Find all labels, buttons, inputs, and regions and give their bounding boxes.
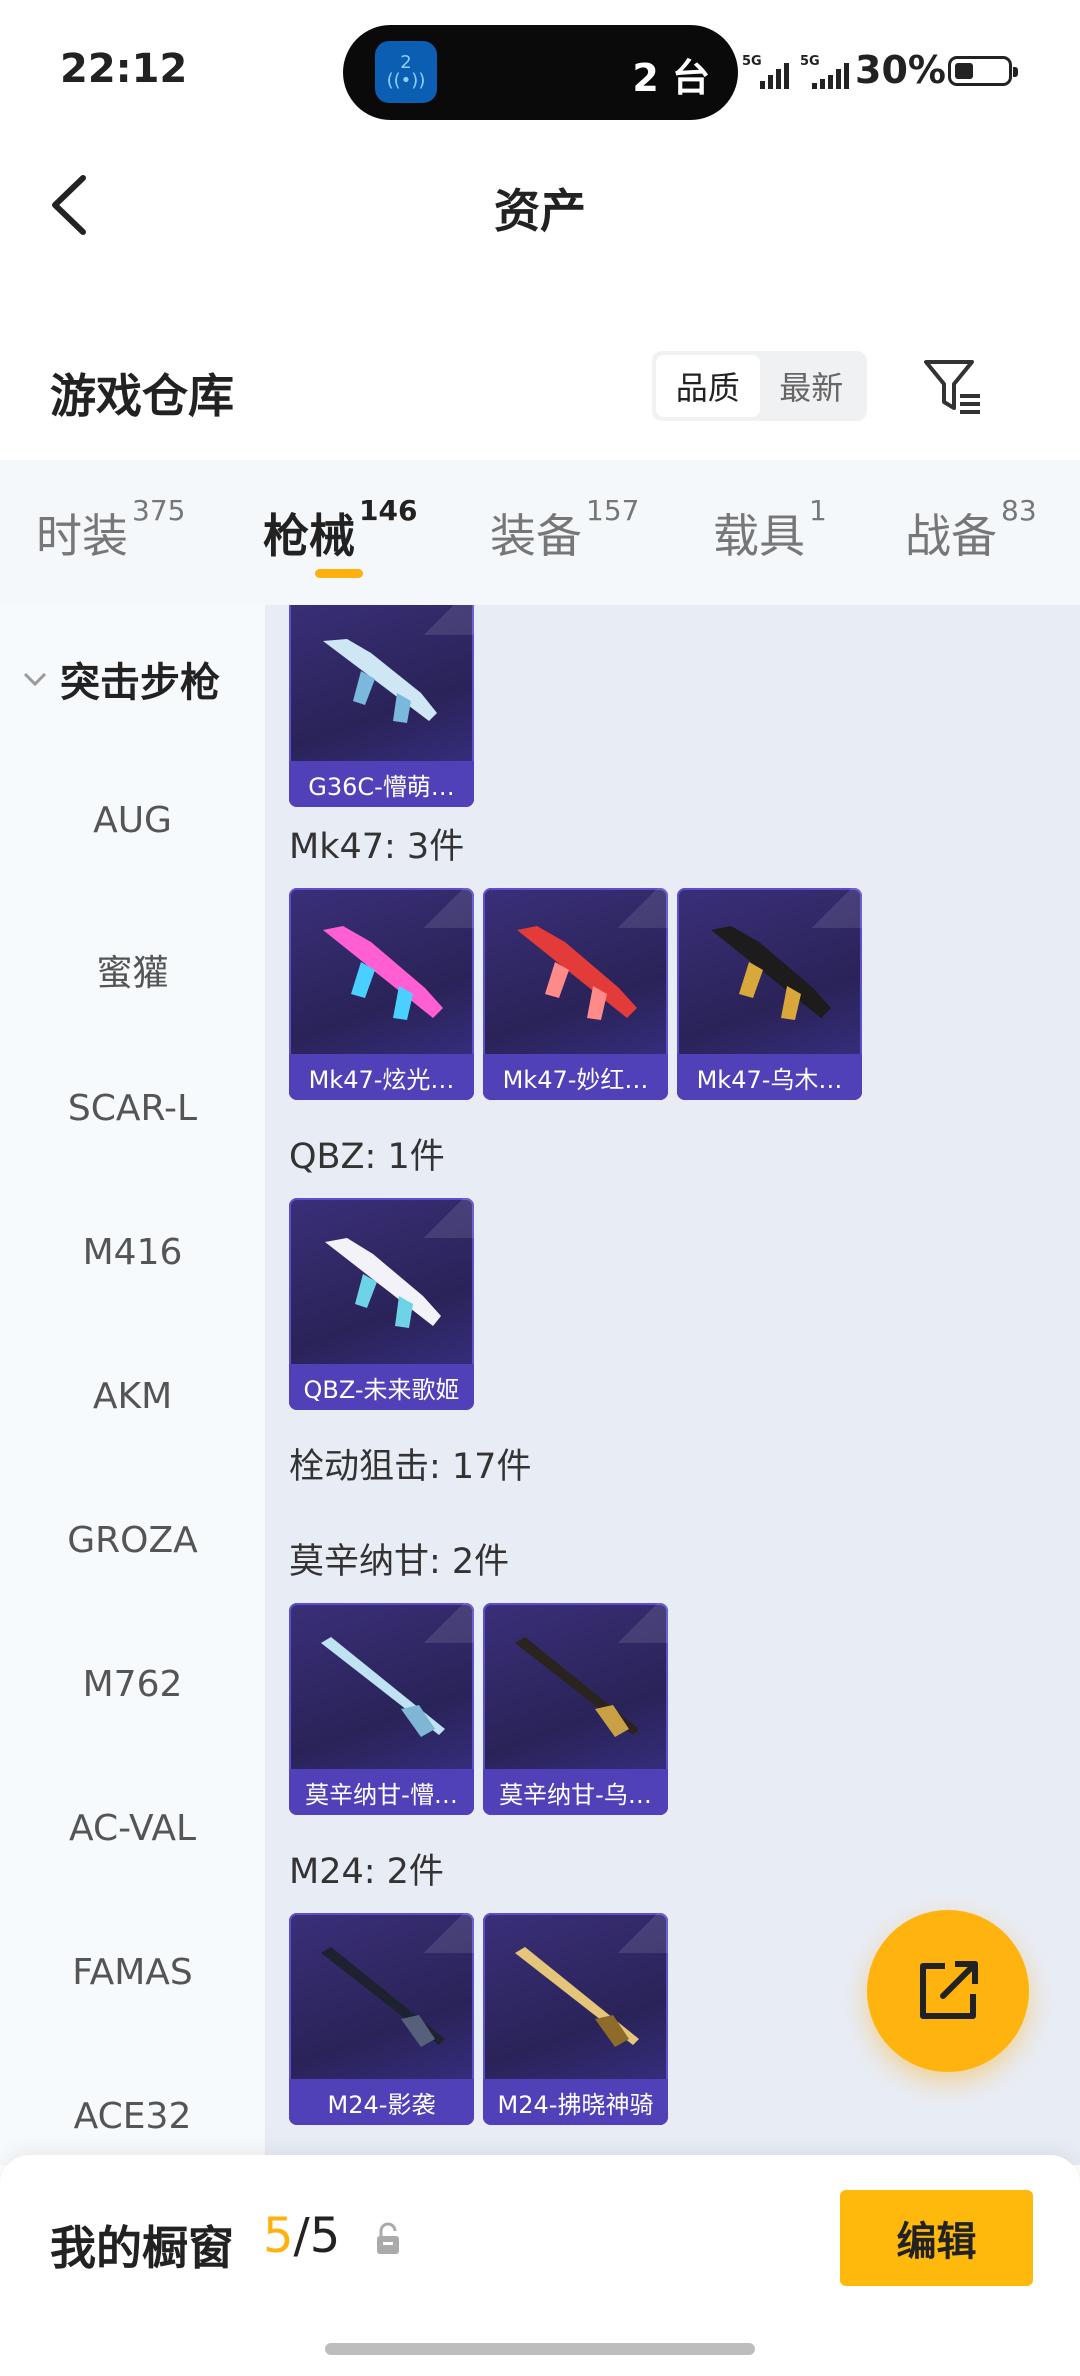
showcase-separator: / bbox=[293, 2208, 310, 2264]
warehouse-title: 游戏仓库 bbox=[50, 369, 234, 423]
tab-supplies[interactable]: 战备 83 bbox=[905, 494, 1037, 566]
showcase-total: 5 bbox=[309, 2208, 341, 2264]
skin-card-label: QBZ-未来歌姬 bbox=[289, 1364, 474, 1410]
group-title: Mk47: 3件 bbox=[289, 827, 465, 867]
tab-vehicles[interactable]: 载具 1 bbox=[713, 494, 827, 566]
battery-percent: 30% bbox=[855, 48, 946, 92]
skin-card-label: M24-拂晓神骑 bbox=[483, 2079, 668, 2125]
tab-label: 时装 bbox=[36, 509, 128, 563]
tab-count: 375 bbox=[132, 494, 186, 527]
signal-label-1: 5G bbox=[742, 54, 762, 69]
skin-card[interactable]: Mk47-妙红… bbox=[483, 888, 668, 1100]
tab-label: 载具 bbox=[713, 509, 805, 563]
rifle-image bbox=[323, 639, 437, 723]
skin-card-label: Mk47-妙红… bbox=[483, 1054, 668, 1100]
home-indicator[interactable] bbox=[325, 2343, 755, 2355]
signal-icon-2 bbox=[812, 55, 849, 89]
sidebar-item-ac-val[interactable]: AC-VAL bbox=[0, 1808, 265, 1849]
sidebar-item-m762[interactable]: M762 bbox=[0, 1664, 265, 1705]
skin-card[interactable]: M24-拂晓神骑 bbox=[483, 1913, 668, 2125]
showcase-current: 5 bbox=[263, 2208, 294, 2264]
sidebar-item-ace32[interactable]: ACE32 bbox=[0, 2096, 265, 2137]
rifle-image bbox=[323, 926, 443, 1020]
chevron-down-icon bbox=[23, 672, 47, 687]
sidebar-category-label: 突击步枪 bbox=[60, 660, 220, 706]
group-title: 栓动狙击: 17件 bbox=[289, 1447, 532, 1487]
tab-count: 146 bbox=[359, 494, 418, 527]
showcase-label: 我的橱窗 bbox=[50, 2221, 234, 2275]
tab-count: 157 bbox=[586, 494, 640, 527]
tab-fashion[interactable]: 时装 375 bbox=[36, 494, 185, 566]
rifle-image bbox=[517, 926, 637, 1020]
sidebar-item-groza[interactable]: GROZA bbox=[0, 1520, 265, 1561]
skin-card-label: Mk47-乌木… bbox=[677, 1054, 862, 1100]
skin-card-label: M24-影袭 bbox=[289, 2079, 474, 2125]
share-icon bbox=[920, 1961, 978, 2019]
tab-label: 枪械 bbox=[263, 509, 355, 563]
app-activity-icon: 2 ((•)) bbox=[375, 41, 437, 103]
skin-card-label: 莫辛纳甘-乌… bbox=[483, 1769, 668, 1815]
lock-icon bbox=[377, 2222, 399, 2254]
sort-quality-button[interactable]: 品质 bbox=[656, 355, 760, 417]
rifle-image bbox=[711, 926, 831, 1020]
tab-guns[interactable]: 枪械 146 bbox=[263, 494, 417, 566]
skin-card-label: 莫辛纳甘-懵… bbox=[289, 1769, 474, 1815]
dynamic-island[interactable]: 2 ((•)) 2 台 bbox=[343, 25, 738, 120]
weapon-sidebar: AUG 蜜獾 SCAR-L M416 AKM GROZA M762 AC-VAL… bbox=[0, 605, 265, 2165]
sidebar-item-honey-badger[interactable]: 蜜獾 bbox=[0, 944, 265, 996]
sort-toggle: 品质 最新 bbox=[652, 351, 867, 421]
active-tab-indicator bbox=[315, 569, 363, 578]
rifle-image bbox=[325, 1238, 441, 1328]
sniper-image bbox=[515, 1947, 639, 2047]
signal-icon-1 bbox=[760, 55, 789, 89]
sniper-image bbox=[515, 1637, 639, 1737]
group-title: QBZ: 1件 bbox=[289, 1137, 445, 1177]
battery-icon bbox=[948, 56, 1018, 86]
skin-card[interactable]: QBZ-未来歌姬 bbox=[289, 1198, 474, 1410]
filter-icon[interactable] bbox=[922, 356, 984, 418]
sidebar-item-scar-l[interactable]: SCAR-L bbox=[0, 1088, 265, 1129]
edit-button[interactable]: 编辑 bbox=[840, 2190, 1033, 2286]
tab-count: 1 bbox=[809, 494, 827, 527]
page-title: 资产 bbox=[494, 184, 586, 238]
island-count: 2 台 bbox=[632, 56, 710, 100]
sidebar-item-famas[interactable]: FAMAS bbox=[0, 1952, 265, 1993]
showcase-count: 5/5 bbox=[263, 2208, 340, 2264]
sniper-image bbox=[321, 1637, 445, 1737]
category-tabs: 时装 375 枪械 146 装备 157 载具 1 战备 83 bbox=[0, 460, 1080, 605]
sidebar-category[interactable]: 突击步枪 bbox=[22, 650, 220, 708]
status-time: 22:12 bbox=[60, 46, 188, 92]
sidebar-item-aug[interactable]: AUG bbox=[0, 800, 265, 841]
sidebar-item-m416[interactable]: M416 bbox=[0, 1232, 265, 1273]
skin-card[interactable]: Mk47-炫光… bbox=[289, 888, 474, 1100]
tab-equipment[interactable]: 装备 157 bbox=[490, 494, 639, 566]
group-title: M24: 2件 bbox=[289, 1852, 444, 1892]
skin-card[interactable]: M24-影袭 bbox=[289, 1913, 474, 2125]
skin-card[interactable]: 莫辛纳甘-乌… bbox=[483, 1603, 668, 1815]
skin-card[interactable]: Mk47-乌木… bbox=[677, 888, 862, 1100]
skin-card[interactable]: 莫辛纳甘-懵… bbox=[289, 1603, 474, 1815]
sidebar-item-akm[interactable]: AKM bbox=[0, 1376, 265, 1417]
share-button[interactable] bbox=[867, 1910, 1029, 2072]
tab-label: 战备 bbox=[905, 509, 997, 563]
tab-count: 83 bbox=[1001, 494, 1037, 527]
sort-newest-button[interactable]: 最新 bbox=[760, 355, 864, 417]
tab-label: 装备 bbox=[490, 509, 582, 563]
group-title: 莫辛纳甘: 2件 bbox=[289, 1542, 510, 1582]
sniper-image bbox=[321, 1947, 445, 2047]
skin-card[interactable]: G36C-懵萌… bbox=[289, 605, 474, 807]
skin-card-label: Mk47-炫光… bbox=[289, 1054, 474, 1100]
skin-card-label: G36C-懵萌… bbox=[289, 761, 474, 807]
